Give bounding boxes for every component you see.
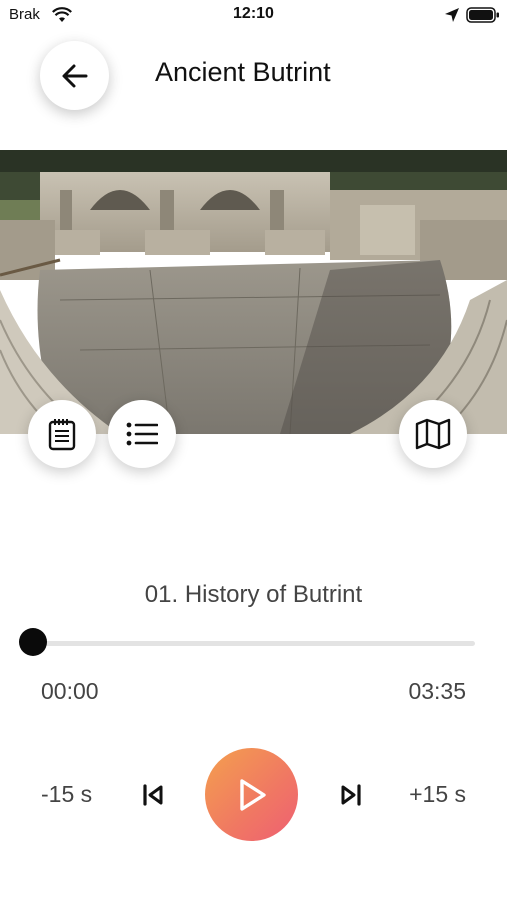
rewind-15-button[interactable]: -15 s xyxy=(41,781,92,808)
skip-previous-icon xyxy=(143,784,163,806)
track-title: 01. History of Butrint xyxy=(144,581,363,608)
location-arrow-icon xyxy=(445,8,459,22)
arrow-left-icon xyxy=(62,64,87,87)
notes-button[interactable] xyxy=(28,400,96,468)
next-track-button[interactable] xyxy=(336,780,366,810)
play-button[interactable] xyxy=(205,748,298,841)
map-icon xyxy=(415,418,451,450)
progress-bar[interactable] xyxy=(33,641,475,646)
battery-icon xyxy=(466,7,499,23)
map-button[interactable] xyxy=(399,400,467,468)
status-bar: Brak 12:10 xyxy=(0,0,507,30)
total-time: 03:35 xyxy=(408,678,466,704)
progress-thumb[interactable] xyxy=(19,628,47,656)
play-icon xyxy=(239,778,266,811)
notepad-icon xyxy=(48,419,76,451)
list-icon xyxy=(126,422,158,446)
playlist-button[interactable] xyxy=(108,400,176,468)
forward-15-button[interactable]: +15 s xyxy=(409,781,466,808)
status-time: 12:10 xyxy=(233,5,274,22)
back-button[interactable] xyxy=(40,41,109,110)
skip-next-icon xyxy=(341,784,361,806)
previous-track-button[interactable] xyxy=(138,780,168,810)
hero-image xyxy=(0,150,507,434)
current-time: 00:00 xyxy=(41,678,99,704)
page-title: Ancient Butrint xyxy=(155,57,331,87)
